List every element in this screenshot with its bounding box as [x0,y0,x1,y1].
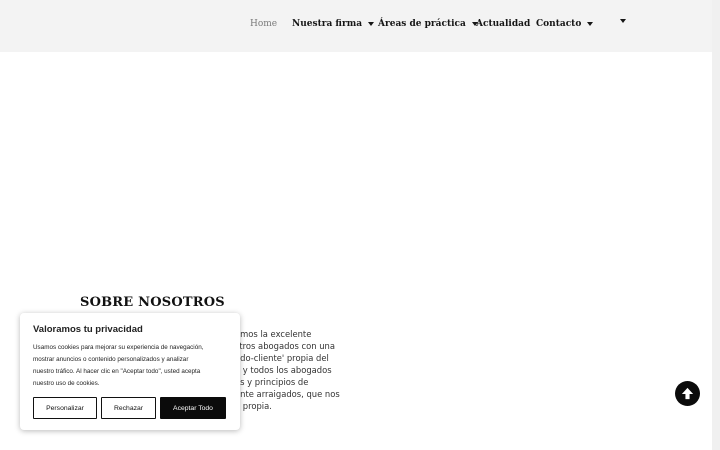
nav-item-nuestra-firma[interactable]: Nuestra firma [292,19,375,29]
site-header: Home Nuestra firma Áreas de práctica Act… [0,0,712,52]
cookie-banner: Valoramos tu privacidad Usamos cookies p… [20,313,240,430]
nav-item-label: Nuestra firma [292,19,363,29]
nav-item-label: Contacto [536,19,582,29]
cookie-banner-text: Usamos cookies para mejorar su experienc… [33,342,229,390]
caret-down-icon [620,19,626,23]
nav-item-label: Home [250,19,278,29]
arrow-up-icon [681,387,694,400]
nav-item-contacto[interactable]: Contacto [536,19,594,29]
back-to-top-button[interactable] [675,381,700,406]
nav-item-language[interactable] [614,19,626,23]
cookie-text-line: mostrar anuncios o contenido personaliza… [33,356,189,363]
accept-all-button[interactable]: Aceptar Todo [160,397,226,419]
about-title: SOBRE NOSOTROS [80,295,225,310]
main-nav: Home Nuestra firma Áreas de práctica Act… [0,0,712,52]
cookie-text-line: nuestro tráfico. Al hacer clic en "Acept… [33,368,201,375]
nav-item-areas-de-practica[interactable]: Áreas de práctica [378,19,478,29]
caret-down-icon [368,22,375,26]
customize-button[interactable]: Personalizar [33,397,97,419]
cookie-text-line: nuestro uso de cookies. [33,380,100,387]
nav-item-home[interactable]: Home [250,19,277,29]
nav-item-actualidad[interactable]: Actualidad [476,19,530,29]
scrollbar[interactable] [712,0,720,450]
cookie-banner-title: Valoramos tu privacidad [33,324,143,335]
reject-button[interactable]: Rechazar [101,397,156,419]
caret-down-icon [587,22,594,26]
nav-item-label: Actualidad [476,19,531,29]
nav-item-label: Áreas de práctica [378,19,466,29]
cookie-text-line: Usamos cookies para mejorar su experienc… [33,344,204,351]
cookie-button-group: Personalizar Rechazar Aceptar Todo [33,397,226,419]
